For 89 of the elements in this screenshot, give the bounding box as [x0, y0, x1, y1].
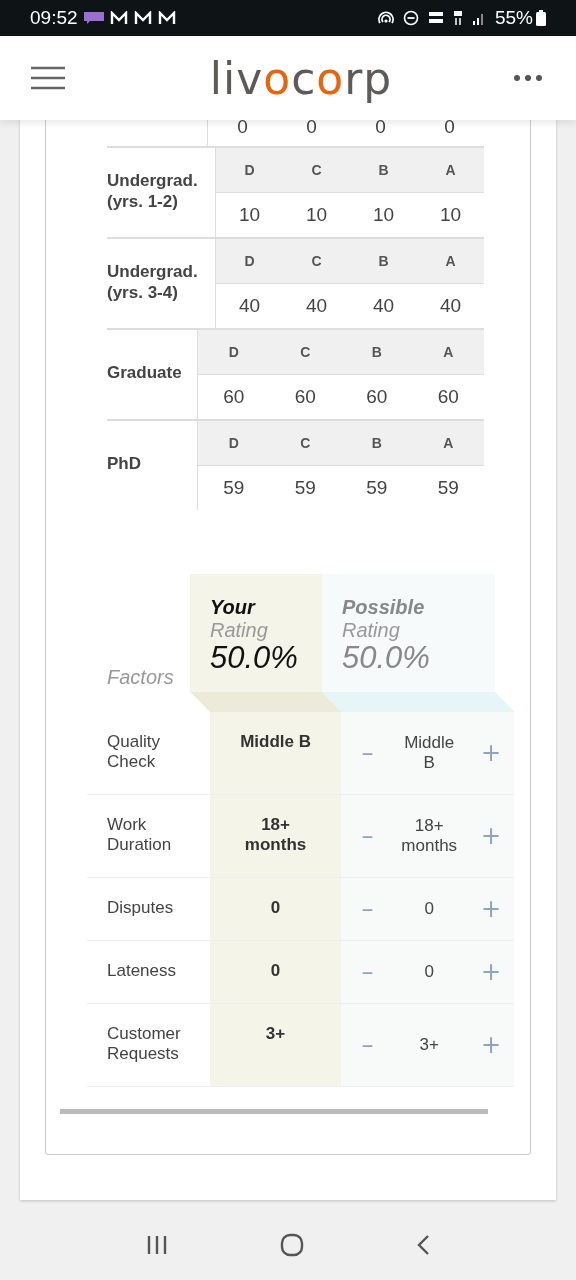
table-cell-text: 60 — [293, 386, 317, 408]
table-cell-text: 10 — [371, 204, 396, 226]
column-label: Factors — [106, 666, 175, 690]
table-cell-text: 59 — [436, 477, 460, 499]
column-header: A — [444, 162, 457, 178]
table-cell-text: 59 — [222, 477, 246, 499]
table-cell-text: 40 — [237, 295, 262, 317]
column-header: B — [370, 435, 383, 451]
column-header: C — [310, 162, 323, 178]
column-header: D — [243, 253, 256, 269]
scrollbar[interactable] — [60, 1109, 488, 1114]
row-label: Graduate — [107, 362, 183, 384]
rating-value: 50.0% — [210, 642, 299, 674]
decrease-button[interactable]: – — [356, 1031, 379, 1059]
table-cell-text: 60 — [436, 386, 460, 408]
battery-level: 55% — [494, 7, 533, 29]
do-not-disturb-icon — [402, 10, 419, 26]
increase-button[interactable]: + — [480, 822, 502, 850]
table-cell: 3+ — [209, 1004, 342, 1086]
column-header: A — [444, 253, 457, 269]
row-label: Disputes — [106, 897, 175, 919]
increase-button[interactable]: + — [480, 1031, 502, 1059]
column-header: C — [299, 435, 312, 451]
back-icon[interactable] — [416, 1234, 430, 1256]
table-cell: Middle B — [209, 712, 342, 794]
table-cell-text: 10 — [438, 204, 463, 226]
value-text: 0 — [423, 962, 435, 982]
message-icon — [83, 12, 104, 24]
table-cell-text: 60 — [222, 386, 246, 408]
value-text: 0 — [423, 899, 435, 919]
rating-title: Possible — [342, 596, 426, 619]
table-cell-text: 0 — [443, 120, 456, 138]
row-label: Customer Requests — [106, 1023, 182, 1065]
value-text: 3+ — [418, 1035, 440, 1055]
mail-icon — [157, 11, 176, 25]
column-header: B — [377, 162, 390, 178]
column-header: D — [227, 344, 240, 360]
rating-subtitle: Rating — [342, 619, 401, 642]
table-cell: 18+ months — [209, 795, 342, 877]
table-cell-text: 59 — [293, 477, 317, 499]
table-cell-text: 0 — [236, 120, 249, 138]
column-header: C — [310, 253, 323, 269]
column-header: C — [299, 344, 312, 360]
table-cell-text: 0 — [305, 120, 318, 138]
column-header: A — [442, 435, 455, 451]
row-label: Quality Check — [106, 731, 161, 773]
status-time: 09:52 — [30, 7, 78, 29]
table-cell-text: 40 — [304, 295, 329, 317]
table-cell-text: 59 — [365, 477, 389, 499]
recent-apps-icon[interactable] — [146, 1235, 168, 1255]
mail-icon — [109, 11, 128, 25]
rating-subtitle: Rating — [210, 619, 269, 642]
column-header: A — [442, 344, 455, 360]
table-cell-text: 40 — [438, 295, 463, 317]
column-header: B — [377, 253, 390, 269]
rating-title: Your — [210, 596, 257, 619]
battery-icon — [536, 10, 546, 26]
home-icon[interactable] — [280, 1233, 304, 1257]
row-label: Undergrad. (yrs. 3-4) — [107, 260, 199, 304]
rating-value: 50.0% — [342, 642, 431, 674]
table-cell-text: 0 — [374, 120, 387, 138]
value-text: Middle B — [403, 733, 456, 773]
row-label: Work Duration — [106, 814, 173, 856]
hotspot-icon — [377, 11, 394, 25]
table-cell: 0 — [209, 941, 342, 1003]
table-cell-text: 40 — [371, 295, 396, 317]
table-cell-text: 10 — [237, 204, 262, 226]
column-header: B — [370, 344, 383, 360]
more-options-icon[interactable] — [513, 74, 543, 82]
decrease-button[interactable]: – — [356, 739, 379, 767]
menu-icon[interactable] — [31, 66, 65, 90]
mail-icon — [133, 11, 152, 25]
table-cell: 0 — [209, 878, 342, 940]
row-label: Lateness — [106, 960, 177, 982]
decrease-button[interactable]: – — [356, 822, 379, 850]
row-label: Undergrad. (yrs. 1-2) — [107, 169, 199, 213]
logo[interactable]: livocorp — [209, 52, 393, 104]
increase-button[interactable]: + — [480, 958, 502, 986]
decrease-button[interactable]: – — [356, 895, 379, 923]
column-header: D — [243, 162, 256, 178]
value-text: 18+ months — [400, 816, 459, 856]
row-label: PhD — [107, 453, 142, 475]
increase-button[interactable]: + — [480, 739, 502, 767]
decrease-button[interactable]: – — [356, 958, 379, 986]
column-header: D — [227, 435, 240, 451]
increase-button[interactable]: + — [480, 895, 502, 923]
signal-icon — [471, 11, 486, 25]
table-cell-text: 10 — [304, 204, 329, 226]
table-cell-text: 60 — [365, 386, 389, 408]
